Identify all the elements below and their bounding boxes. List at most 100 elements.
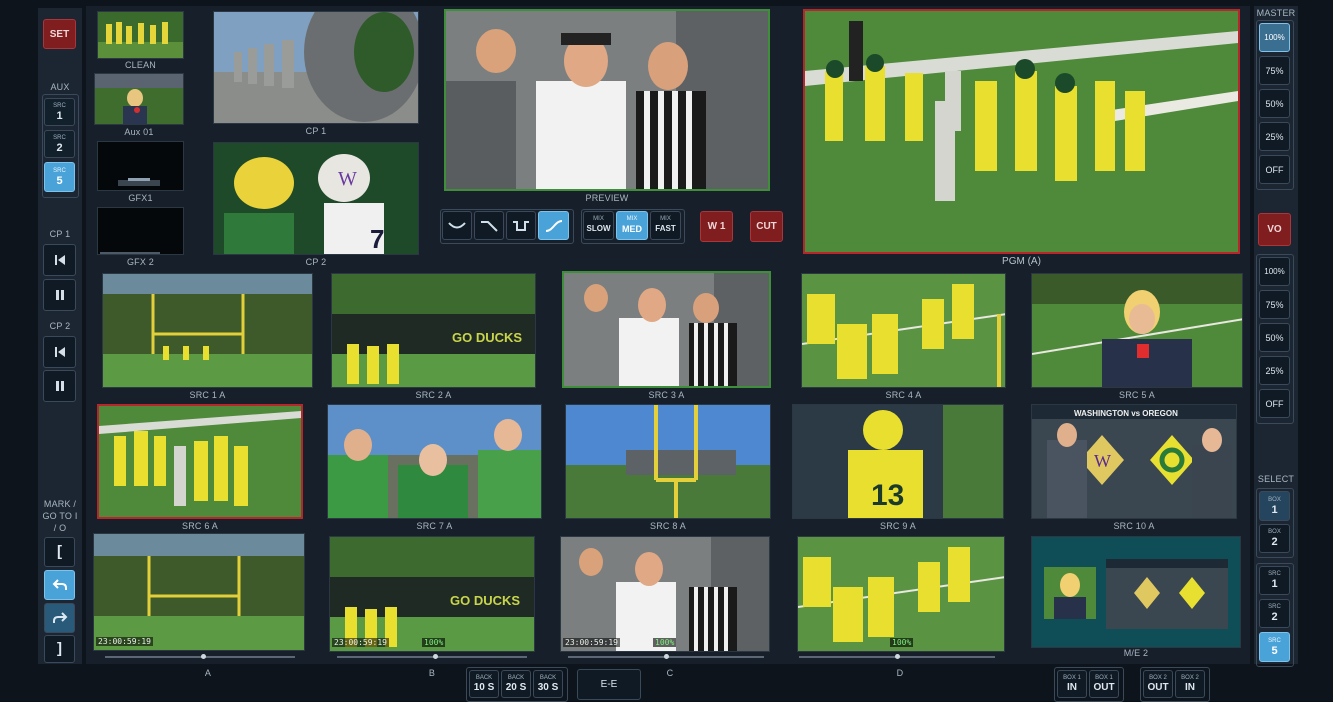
mark-out-icon: ] bbox=[57, 640, 62, 657]
back-30s-big: 30 S bbox=[537, 681, 559, 693]
replay-c-scrub-bar[interactable] bbox=[568, 654, 764, 659]
box1-in-small: BOX 1 bbox=[1063, 674, 1081, 681]
replay-d-speed: 100% bbox=[890, 638, 914, 647]
me2-tile[interactable] bbox=[1031, 536, 1241, 648]
src5-video-thumb bbox=[1032, 274, 1242, 387]
cp2-rewind-button[interactable] bbox=[43, 336, 76, 368]
vo-75-button[interactable]: 75% bbox=[1259, 290, 1290, 319]
src5-select-button[interactable]: SRC 5 bbox=[1259, 632, 1290, 662]
vo-off-label: OFF bbox=[1265, 398, 1284, 409]
src3-tile[interactable] bbox=[562, 271, 771, 388]
preview-monitor[interactable] bbox=[444, 9, 770, 191]
mark-in-button[interactable]: [ bbox=[44, 537, 75, 567]
aux-src-5-number: 5 bbox=[56, 174, 63, 187]
cp1-tile[interactable] bbox=[213, 11, 419, 124]
replay-a-scrub-handle[interactable] bbox=[201, 654, 206, 659]
src8-tile[interactable] bbox=[565, 404, 771, 519]
goto-out-button[interactable] bbox=[44, 603, 75, 633]
mix-slow-button[interactable]: MIX SLOW bbox=[583, 211, 614, 240]
master-off-button[interactable]: OFF bbox=[1259, 155, 1290, 184]
cut-button[interactable]: CUT bbox=[750, 211, 783, 242]
aux-src-2-button[interactable]: SRC 2 bbox=[44, 130, 75, 158]
src1-label: SRC 1 A bbox=[189, 390, 226, 400]
gfx1-tile[interactable] bbox=[97, 141, 184, 191]
pause-icon bbox=[55, 290, 64, 300]
box2-in-big: IN bbox=[1185, 681, 1195, 693]
mark-out-button[interactable]: ] bbox=[44, 635, 75, 663]
vo-75-label: 75% bbox=[1265, 299, 1284, 310]
vo-button[interactable]: VO bbox=[1258, 213, 1291, 246]
replay-b-video-thumb: GO DUCKS bbox=[330, 537, 534, 651]
vo-50-button[interactable]: 50% bbox=[1259, 323, 1290, 352]
replay-d-scrub-bar[interactable] bbox=[799, 654, 995, 659]
clean-tile[interactable] bbox=[97, 11, 184, 59]
goto-in-button[interactable] bbox=[44, 570, 75, 600]
master-25-button[interactable]: 25% bbox=[1259, 122, 1290, 151]
vo-25-label: 25% bbox=[1265, 365, 1284, 376]
box2-select-button[interactable]: BOX 2 bbox=[1259, 524, 1290, 553]
cp1-pause-button[interactable] bbox=[43, 279, 76, 311]
ee-button[interactable]: E-E bbox=[577, 669, 641, 700]
cp2-pause-button[interactable] bbox=[43, 370, 76, 402]
src2-select-button[interactable]: SRC 2 bbox=[1259, 599, 1290, 628]
vo-100-button[interactable]: 100% bbox=[1259, 257, 1290, 286]
back-20s-button[interactable]: BACK 20 S bbox=[501, 670, 531, 698]
cp2-tile[interactable]: W7 bbox=[213, 142, 419, 255]
w1-button[interactable]: W 1 bbox=[700, 211, 733, 242]
replay-a-scrub-bar[interactable] bbox=[105, 654, 295, 659]
curve-scurve-button[interactable] bbox=[538, 211, 569, 240]
aux-src-5-button[interactable]: SRC 5 bbox=[44, 162, 75, 192]
src9-tile[interactable]: 13 bbox=[792, 404, 1004, 519]
box1-in-button[interactable]: BOX 1 IN bbox=[1057, 670, 1087, 698]
src6-tile[interactable] bbox=[97, 404, 303, 519]
aux-src-1-button[interactable]: SRC 1 bbox=[44, 98, 75, 126]
cp1-control-label: CP 1 bbox=[49, 229, 71, 239]
src2-tile[interactable]: GO DUCKS bbox=[331, 273, 536, 388]
replay-d-tile[interactable]: 100% bbox=[797, 536, 1005, 652]
replay-d-scrub-handle[interactable] bbox=[895, 654, 900, 659]
svg-text:7: 7 bbox=[370, 224, 384, 254]
replay-b-tile[interactable]: GO DUCKS 23:00:59:19 100% bbox=[329, 536, 535, 652]
program-monitor[interactable] bbox=[803, 9, 1240, 254]
box1-small: BOX bbox=[1268, 496, 1281, 503]
src10-tile[interactable]: WASHINGTON vs OREGON W bbox=[1031, 404, 1237, 519]
curve-ease-in-button[interactable] bbox=[474, 211, 504, 240]
back-10s-button[interactable]: BACK 10 S bbox=[469, 670, 499, 698]
master-label: MASTER bbox=[1256, 8, 1296, 18]
src5-number: 5 bbox=[1271, 644, 1278, 657]
src1-select-button[interactable]: SRC 1 bbox=[1259, 566, 1290, 595]
box1-in-big: IN bbox=[1067, 681, 1077, 693]
mix-fast-button[interactable]: MIX FAST bbox=[650, 211, 681, 240]
gfx2-tile[interactable] bbox=[97, 207, 184, 255]
box1-select-button[interactable]: BOX 1 bbox=[1259, 491, 1290, 521]
master-100-button[interactable]: 100% bbox=[1259, 23, 1290, 52]
ease-in-curve-icon bbox=[481, 220, 498, 232]
mix-med-button[interactable]: MIX MED bbox=[616, 211, 648, 240]
box1-out-button[interactable]: BOX 1 OUT bbox=[1089, 670, 1119, 698]
skip-back-icon bbox=[54, 255, 65, 265]
replay-c-scrub-handle[interactable] bbox=[664, 654, 669, 659]
box2-out-button[interactable]: BOX 2 OUT bbox=[1143, 670, 1173, 698]
src5-tile[interactable] bbox=[1031, 273, 1243, 388]
replay-b-scrub-handle[interactable] bbox=[433, 654, 438, 659]
notch-curve-icon bbox=[513, 220, 529, 231]
curve-notch-button[interactable] bbox=[506, 211, 536, 240]
src4-tile[interactable] bbox=[801, 273, 1006, 388]
src7-tile[interactable] bbox=[327, 404, 542, 519]
src9-video-thumb: 13 bbox=[793, 405, 1003, 518]
replay-c-tile[interactable]: 23:00:59:19 100% bbox=[560, 536, 770, 652]
back-30s-button[interactable]: BACK 30 S bbox=[533, 670, 563, 698]
vo-off-button[interactable]: OFF bbox=[1259, 389, 1290, 418]
mark-in-icon: [ bbox=[57, 543, 62, 560]
set-button[interactable]: SET bbox=[43, 19, 76, 49]
src1-tile[interactable] bbox=[102, 273, 313, 388]
replay-a-tile[interactable]: 23:00:59:19 bbox=[93, 533, 305, 651]
master-75-button[interactable]: 75% bbox=[1259, 56, 1290, 85]
vo-25-button[interactable]: 25% bbox=[1259, 356, 1290, 385]
master-50-button[interactable]: 50% bbox=[1259, 89, 1290, 118]
box2-in-button[interactable]: BOX 2 IN bbox=[1175, 670, 1205, 698]
aux01-tile[interactable] bbox=[94, 73, 184, 125]
cp1-rewind-button[interactable] bbox=[43, 244, 76, 276]
replay-b-scrub-bar[interactable] bbox=[337, 654, 527, 659]
curve-ease-button[interactable] bbox=[442, 211, 472, 240]
